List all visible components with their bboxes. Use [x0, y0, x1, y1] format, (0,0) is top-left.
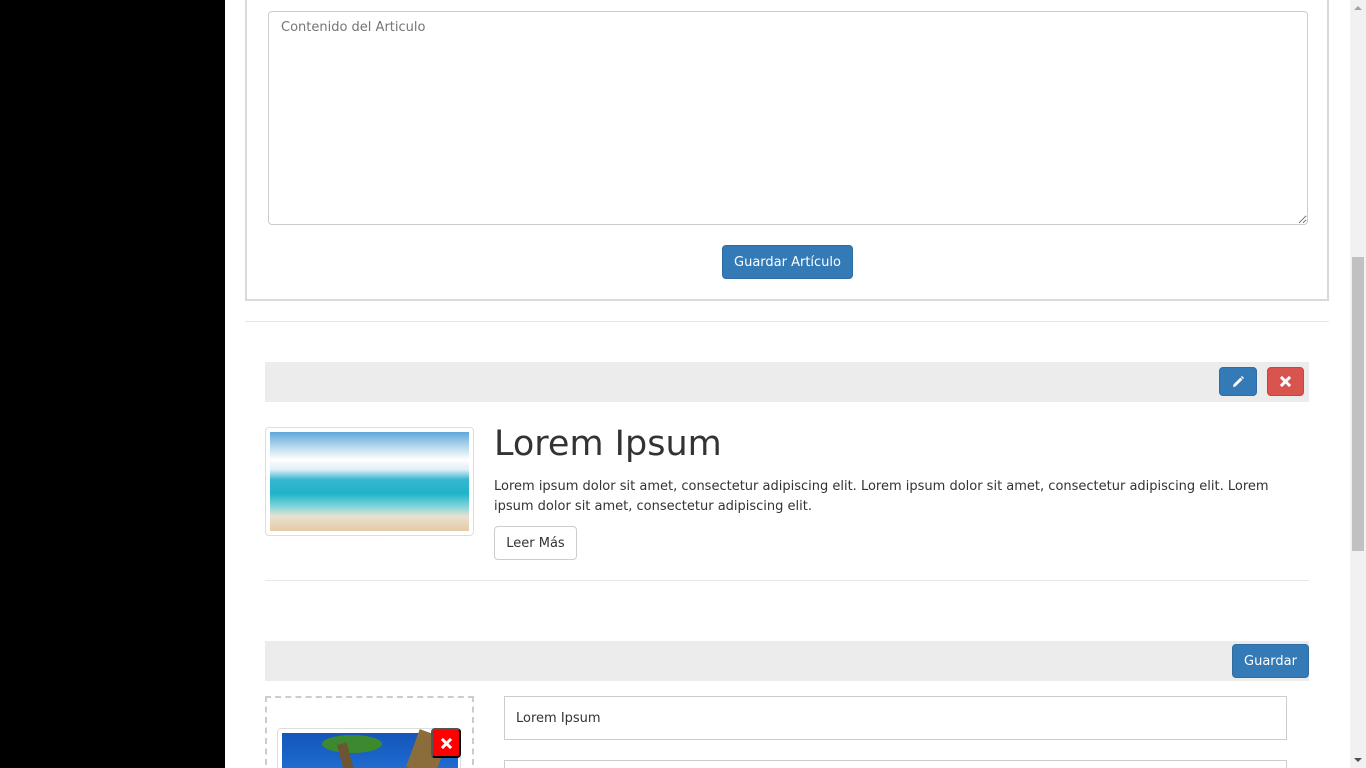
article-title: Lorem Ipsum [494, 424, 722, 464]
article-thumbnail [265, 427, 474, 536]
beach-image [270, 432, 469, 531]
edit-article-button[interactable] [1219, 367, 1257, 396]
remove-image-button[interactable] [431, 728, 461, 758]
left-black-region [0, 0, 225, 768]
times-icon [1280, 376, 1291, 387]
article-content-textarea[interactable] [268, 11, 1308, 225]
article-divider [265, 580, 1309, 581]
divider [245, 321, 1329, 322]
edit-article-toolbar: Guardar [265, 641, 1309, 681]
article-field-input[interactable] [504, 760, 1287, 768]
article-toolbar [265, 362, 1309, 402]
scroll-up-arrow-icon[interactable] [1350, 0, 1366, 16]
palm-leaf [322, 735, 382, 753]
article-title-input[interactable] [504, 696, 1287, 740]
delete-article-button[interactable] [1267, 367, 1304, 396]
times-icon [440, 737, 452, 749]
page-content: Guardar Artículo Lorem Ipsum Lorem ipsum… [225, 0, 1350, 768]
vertical-scrollbar[interactable] [1350, 0, 1366, 768]
save-button[interactable]: Guardar [1232, 644, 1309, 678]
scroll-down-arrow-icon[interactable] [1350, 752, 1366, 768]
scroll-thumb[interactable] [1352, 257, 1364, 551]
image-dropzone[interactable] [265, 696, 474, 768]
article-summary: Lorem ipsum dolor sit amet, consectetur … [494, 479, 1269, 514]
save-article-button[interactable]: Guardar Artículo [722, 245, 853, 279]
read-more-button[interactable]: Leer Más [494, 526, 577, 560]
pencil-icon [1233, 375, 1244, 387]
article-form-panel: Guardar Artículo [245, 0, 1329, 301]
